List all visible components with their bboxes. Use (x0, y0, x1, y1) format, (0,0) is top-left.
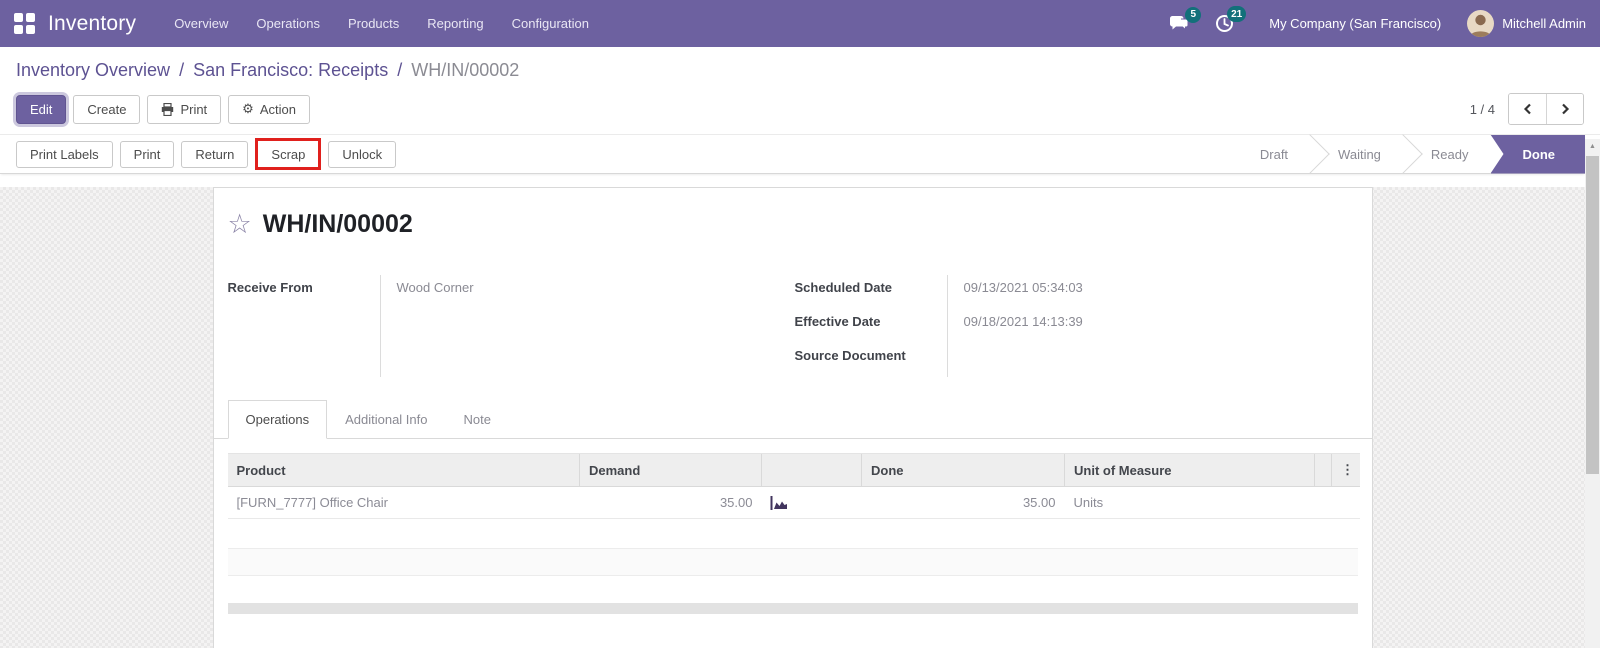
user-avatar (1467, 10, 1495, 37)
pager-next-button[interactable] (1546, 94, 1583, 124)
column-header-done[interactable]: Done (861, 453, 1065, 487)
unlock-button[interactable]: Unlock (328, 140, 397, 168)
pager-previous-button[interactable] (1509, 94, 1546, 124)
column-header-uom[interactable]: Unit of Measure (1064, 453, 1315, 487)
scheduled-date-label: Scheduled Date (794, 280, 893, 295)
cell-done: 35.00 (861, 486, 1065, 519)
messages-icon[interactable]: 5 (1169, 6, 1202, 33)
column-header-product[interactable]: Product (227, 453, 580, 487)
edit-button[interactable]: Edit (16, 94, 67, 124)
activities-icon[interactable]: 21 (1215, 6, 1247, 33)
app-title[interactable]: Inventory (48, 12, 136, 36)
vertical-scrollbar[interactable]: ▲ (1585, 139, 1600, 648)
print-button-secondary[interactable]: Print (119, 140, 175, 168)
menu-configuration[interactable]: Configuration (498, 0, 603, 47)
chevron-left-icon (1523, 103, 1531, 115)
cell-product[interactable]: [FURN_7777] Office Chair (227, 486, 580, 519)
scrollbar-thumb[interactable] (1586, 156, 1599, 474)
scheduled-date-value: 09/13/2021 05:34:03 (963, 280, 1083, 295)
form-statusbar: Print Labels Print Return Scrap Unlock D… (0, 134, 1585, 174)
notebook-tabs: Operations Additional Info Note (213, 399, 1372, 439)
empty-list-row (228, 576, 1358, 603)
apps-menu-icon[interactable] (14, 13, 35, 34)
left-field-group: Receive From Wood Corner (228, 275, 781, 377)
empty-list-row (228, 519, 1358, 548)
form-view-background: ☆ WH/IN/00002 Receive From Wood Corner S… (0, 187, 1585, 648)
optional-columns-toggle-icon[interactable]: ⋮ (1331, 453, 1360, 487)
menu-products[interactable]: Products (334, 0, 413, 47)
action-button[interactable]: ⚙ Action (228, 94, 310, 124)
form-sheet: ☆ WH/IN/00002 Receive From Wood Corner S… (212, 187, 1373, 648)
menu-reporting[interactable]: Reporting (413, 0, 497, 47)
create-button[interactable]: Create (73, 94, 141, 124)
scrollbar-up-arrow-icon[interactable]: ▲ (1585, 139, 1600, 154)
breadcrumb-separator: / (397, 60, 403, 80)
menu-overview[interactable]: Overview (160, 0, 242, 47)
systray: 5 21 My Company (San Francisco) Mitchell… (1156, 6, 1586, 37)
user-menu[interactable]: Mitchell Admin (1467, 10, 1586, 37)
print-button[interactable]: Print (147, 94, 222, 124)
column-header-spacer (1314, 453, 1332, 487)
breadcrumb-inventory-overview[interactable]: Inventory Overview (16, 60, 170, 80)
control-panel: Edit Create Print ⚙ Action 1 / 4 (0, 87, 1600, 135)
empty-list-row (227, 548, 1358, 576)
page-title: WH/IN/00002 (262, 210, 413, 238)
horizontal-scrollbar[interactable] (227, 603, 1358, 614)
forecast-graph-icon[interactable] (770, 496, 789, 511)
favorite-star-icon[interactable]: ☆ (228, 211, 252, 238)
printer-icon (162, 102, 174, 116)
chevron-right-icon (1562, 103, 1570, 115)
user-name: Mitchell Admin (1502, 16, 1586, 31)
tab-additional-info[interactable]: Additional Info (327, 400, 445, 439)
stage-ready[interactable]: Ready (1403, 135, 1491, 174)
main-menu: Overview Operations Products Reporting C… (160, 0, 603, 47)
cell-demand: 35.00 (579, 486, 762, 519)
gear-icon: ⚙ (242, 101, 254, 116)
breadcrumb: Inventory Overview / San Francisco: Rece… (0, 47, 1600, 87)
receive-from-label: Receive From (227, 280, 313, 295)
pager-count: 1 / 4 (1469, 101, 1495, 117)
top-navbar: Inventory Overview Operations Products R… (0, 0, 1600, 47)
breadcrumb-separator: / (179, 60, 185, 80)
effective-date-value: 09/18/2021 14:13:39 (963, 314, 1083, 329)
stage-waiting[interactable]: Waiting (1310, 135, 1403, 174)
right-field-group: Scheduled Date Effective Date Source Doc… (795, 275, 1348, 377)
status-pipeline: Draft Waiting Ready Done (1232, 134, 1585, 174)
receive-from-value: Wood Corner (396, 280, 474, 295)
breadcrumb-receipts[interactable]: San Francisco: Receipts (193, 60, 388, 80)
tab-operations[interactable]: Operations (227, 400, 328, 439)
print-labels-button[interactable]: Print Labels (16, 140, 113, 168)
scrap-button[interactable]: Scrap (258, 141, 319, 167)
activities-badge: 21 (1227, 6, 1247, 22)
return-button[interactable]: Return (181, 140, 249, 168)
scrap-highlight-annotation: Scrap (255, 138, 322, 170)
column-header-demand[interactable]: Demand (579, 453, 762, 487)
pager: 1 / 4 (1470, 93, 1584, 125)
column-header-graph (761, 453, 862, 487)
effective-date-label: Effective Date (794, 314, 881, 329)
source-document-label: Source Document (794, 348, 906, 363)
messages-badge: 5 (1185, 6, 1202, 23)
cell-uom: Units (1064, 486, 1315, 519)
table-row[interactable]: [FURN_7777] Office Chair 35.00 35.00 Uni… (227, 486, 1360, 519)
breadcrumb-current: WH/IN/00002 (411, 60, 520, 80)
stage-draft[interactable]: Draft (1232, 135, 1310, 174)
stage-done[interactable]: Done (1490, 134, 1585, 174)
operations-table: Product Demand Done Unit of Measure ⋮ [F… (227, 453, 1360, 519)
company-switcher[interactable]: My Company (San Francisco) (1269, 16, 1441, 31)
tab-note[interactable]: Note (446, 400, 509, 439)
menu-operations[interactable]: Operations (242, 0, 334, 47)
source-document-value (948, 343, 1348, 377)
